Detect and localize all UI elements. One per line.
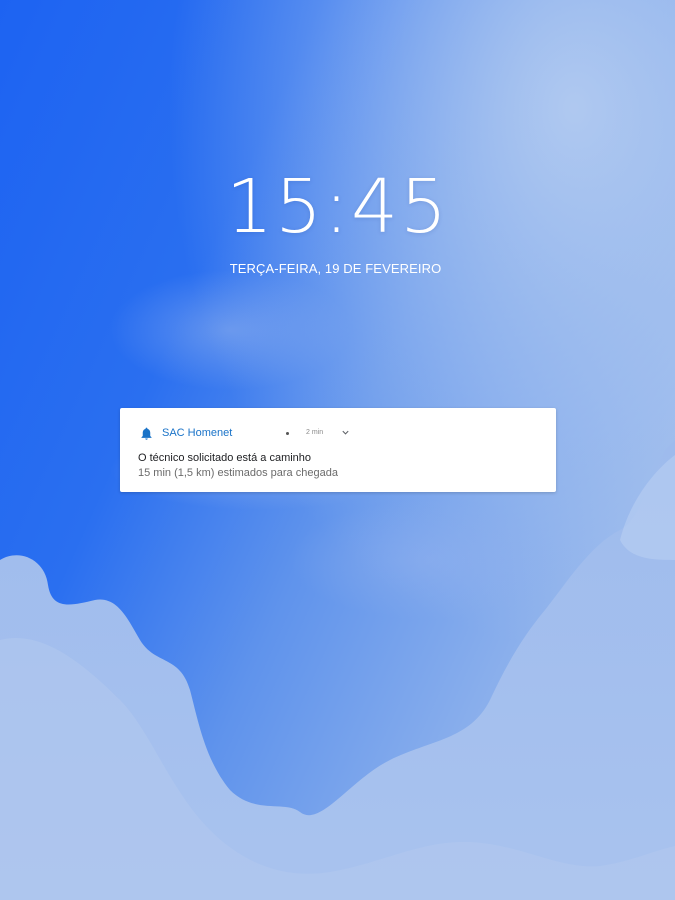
bell-icon: [141, 427, 152, 440]
lock-screen: 15:45 TERÇA-FEIRA, 19 DE FEVEREIRO SAC H…: [0, 0, 675, 900]
lock-screen-date: TERÇA-FEIRA, 19 DE FEVEREIRO: [229, 261, 442, 276]
notification-text: 15 min (1,5 km) estimados para chegada: [138, 467, 338, 479]
notification-app-name: SAC Homenet: [162, 427, 233, 439]
notification-header: SAC Homenet: [139, 425, 232, 441]
notification-time: 2 min: [306, 429, 324, 436]
notification-card[interactable]: SAC Homenet 2 min O técnico solicitado e…: [120, 408, 556, 492]
separator-dot: [286, 432, 289, 435]
notification-title: O técnico solicitado está a caminho: [138, 452, 312, 464]
chevron-down-icon[interactable]: [341, 428, 350, 437]
lock-screen-clock: 15:45: [225, 164, 450, 250]
